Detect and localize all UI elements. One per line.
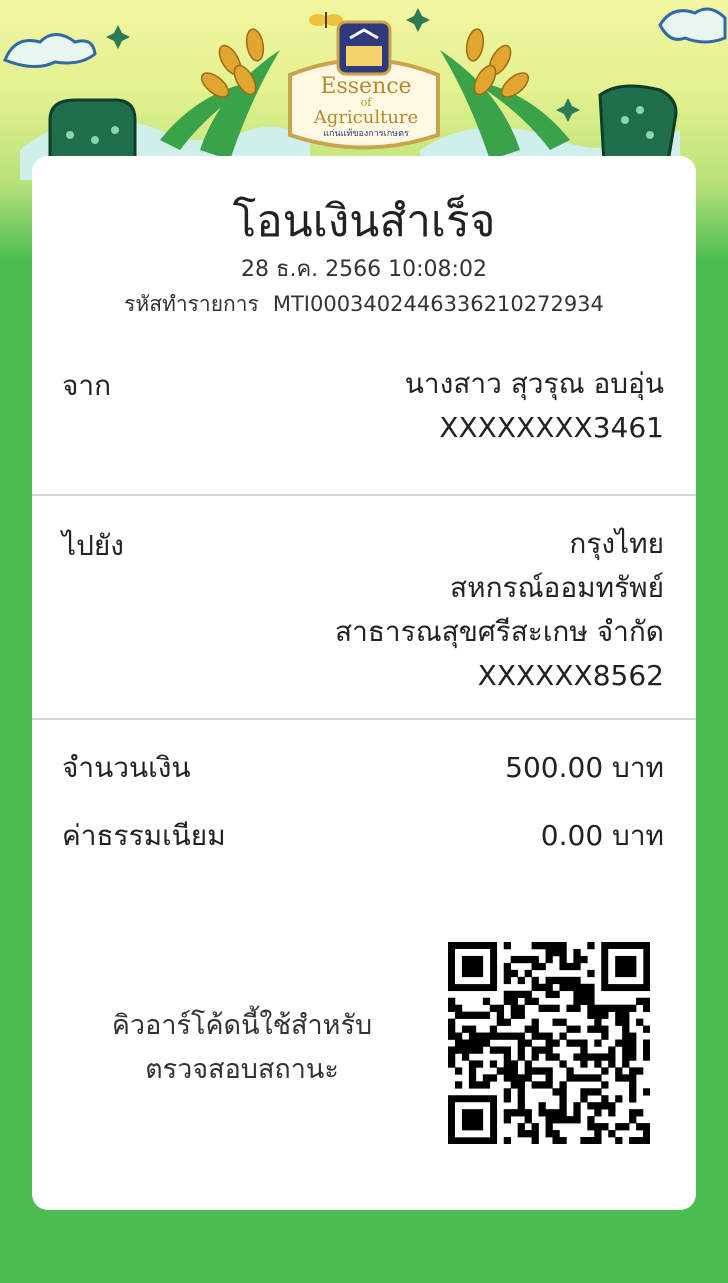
to-label: ไปยัง — [62, 529, 124, 562]
from-account: XXXXXXXX3461 — [439, 411, 664, 444]
logo-line1: Essence — [320, 74, 412, 99]
to-name-line1: สหกรณ์ออมทรัพย์ — [450, 571, 664, 604]
qr-code-icon — [448, 942, 651, 1145]
to-bank: กรุงไทย — [569, 527, 664, 560]
qr-caption-line2: ตรวจสอบสถานะ — [145, 1054, 339, 1085]
divider — [32, 718, 696, 720]
logo-subtitle: แก่นแท้ของการเกษตร — [323, 129, 409, 139]
to-name-line2: สาธารณสุขศรีสะเกษ จำกัด — [335, 615, 664, 648]
divider — [32, 494, 696, 496]
to-account: XXXXXX8562 — [477, 659, 664, 692]
receipt-card: โอนเงินสำเร็จ 28 ธ.ค. 2566 10:08:02 รหัส… — [32, 156, 696, 1210]
jar-left-icon — [48, 98, 137, 162]
amount-label: จำนวนเงิน — [62, 751, 191, 784]
transaction-id-label: รหัสทำรายการ — [124, 292, 259, 316]
receipt-title: โอนเงินสำเร็จ — [232, 196, 496, 247]
fee-value: 0.00 บาท — [540, 819, 664, 852]
transaction-id-row: รหัสทำรายการ MTI0003402446336210272934 — [32, 290, 696, 318]
cloud-left-icon — [3, 33, 97, 68]
cloud-right-icon — [658, 7, 727, 44]
amount-value: 500.00 บาท — [505, 751, 664, 784]
fee-label: ค่าธรรมเนียม — [62, 819, 226, 852]
qr-caption: คิวอาร์โค้ดนี้ใช้สำหรับ ตรวจสอบสถานะ — [72, 1004, 412, 1092]
logo-text: Essence of Agriculture แก่นแท้ของการเกษต… — [296, 76, 436, 140]
qr-caption-line1: คิวอาร์โค้ดนี้ใช้สำหรับ — [111, 1010, 373, 1041]
qr-code-graphic — [448, 942, 651, 1145]
logo-line2: Agriculture — [313, 107, 419, 128]
from-label: จาก — [62, 369, 112, 402]
from-name: นางสาว สุวรุณ อบอุ่น — [404, 367, 664, 400]
receipt-datetime: 28 ธ.ค. 2566 10:08:02 — [241, 257, 487, 282]
transaction-id-value: MTI0003402446336210272934 — [272, 292, 604, 316]
